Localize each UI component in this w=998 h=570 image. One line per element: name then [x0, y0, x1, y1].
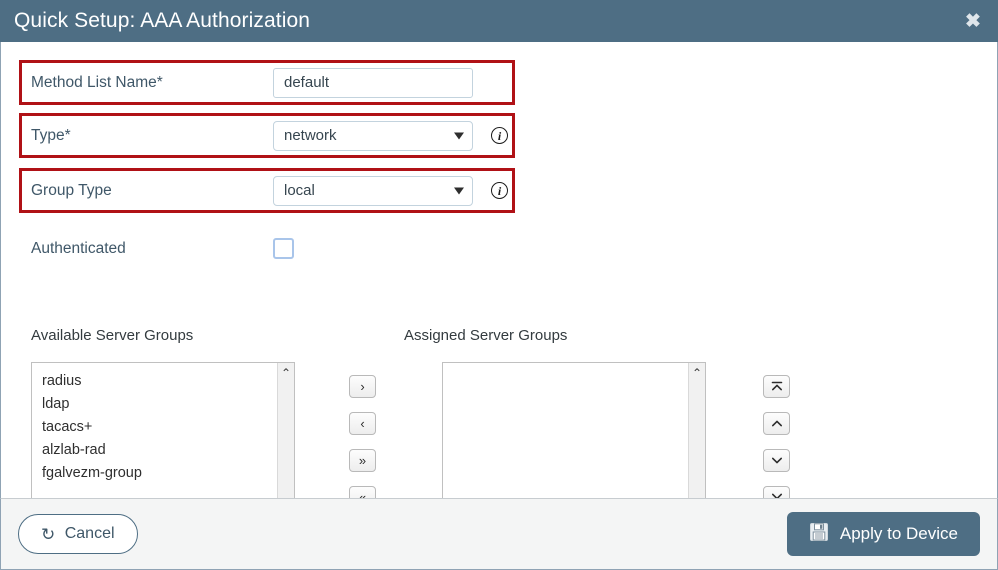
move-down-button[interactable] [763, 449, 790, 472]
form-row-group-type: Group Type local i [1, 168, 561, 213]
scroll-up-icon[interactable]: ⌃ [279, 365, 294, 380]
order-button-group [763, 375, 790, 498]
info-icon-group-type[interactable]: i [491, 182, 508, 199]
assigned-list-scrollbar[interactable]: ⌃ ⌄ [688, 363, 705, 498]
dialog-titlebar: Quick Setup: AAA Authorization ✖ [0, 0, 998, 42]
method-list-name-label: Method List Name* [31, 73, 163, 91]
form-row-type: Type* network i [1, 113, 561, 158]
group-type-select[interactable]: local [273, 175, 473, 206]
move-left-button[interactable]: ‹ [349, 412, 376, 435]
cancel-button-label: Cancel [64, 525, 115, 542]
undo-icon: ↺ [41, 524, 56, 544]
list-item[interactable]: tacacs+ [32, 415, 277, 438]
move-to-bottom-button[interactable] [763, 486, 790, 498]
transfer-button-group: › ‹ » « [349, 375, 376, 498]
apply-to-device-button[interactable]: Apply to Device [786, 512, 980, 556]
list-item[interactable]: fgalvezm-group [32, 461, 277, 484]
group-type-label: Group Type [31, 181, 112, 199]
move-all-right-button[interactable]: » [349, 449, 376, 472]
apply-button-label: Apply to Device [839, 524, 958, 543]
form-row-authenticated: Authenticated [1, 226, 561, 271]
type-select-wrapper: network [273, 120, 473, 151]
dialog-title: Quick Setup: AAA Authorization [14, 8, 311, 32]
method-list-name-input[interactable] [273, 67, 473, 98]
authenticated-checkbox[interactable] [273, 238, 294, 259]
type-label: Type* [31, 126, 71, 144]
info-icon-type[interactable]: i [491, 127, 508, 144]
move-all-left-button[interactable]: « [349, 486, 376, 498]
move-right-button[interactable]: › [349, 375, 376, 398]
type-select[interactable]: network [273, 120, 473, 151]
group-type-select-wrapper: local [273, 175, 473, 206]
move-to-top-button[interactable] [763, 375, 790, 398]
dialog-body: Method List Name* Type* network i Group … [0, 42, 998, 498]
available-list-scrollbar[interactable]: ⌃ ⌄ [277, 363, 294, 498]
list-item[interactable]: ldap [32, 392, 277, 415]
save-icon [809, 522, 829, 547]
available-server-groups-label: Available Server Groups [31, 327, 194, 344]
quick-setup-dialog: Quick Setup: AAA Authorization ✖ Method … [0, 0, 998, 570]
assigned-server-groups-list[interactable]: ⌃ ⌄ [442, 362, 706, 498]
scroll-up-icon[interactable]: ⌃ [690, 365, 705, 380]
move-up-button[interactable] [763, 412, 790, 435]
assigned-server-groups-label: Assigned Server Groups [404, 327, 568, 344]
assigned-items-container [443, 363, 688, 498]
list-item[interactable]: radius [32, 369, 277, 392]
cancel-button[interactable]: ↺ Cancel [18, 514, 138, 554]
available-server-groups-list[interactable]: radius ldap tacacs+ alzlab-rad fgalvezm-grou… [31, 362, 295, 498]
form-row-method-list-name: Method List Name* [1, 60, 561, 105]
authenticated-label: Authenticated [31, 239, 126, 257]
available-items-container: radius ldap tacacs+ alzlab-rad fgalvezm-grou… [32, 363, 277, 498]
close-icon[interactable]: ✖ [960, 8, 986, 34]
dialog-footer: ↺ Cancel Apply to Device [0, 498, 998, 570]
list-item[interactable]: alzlab-rad [32, 438, 277, 461]
